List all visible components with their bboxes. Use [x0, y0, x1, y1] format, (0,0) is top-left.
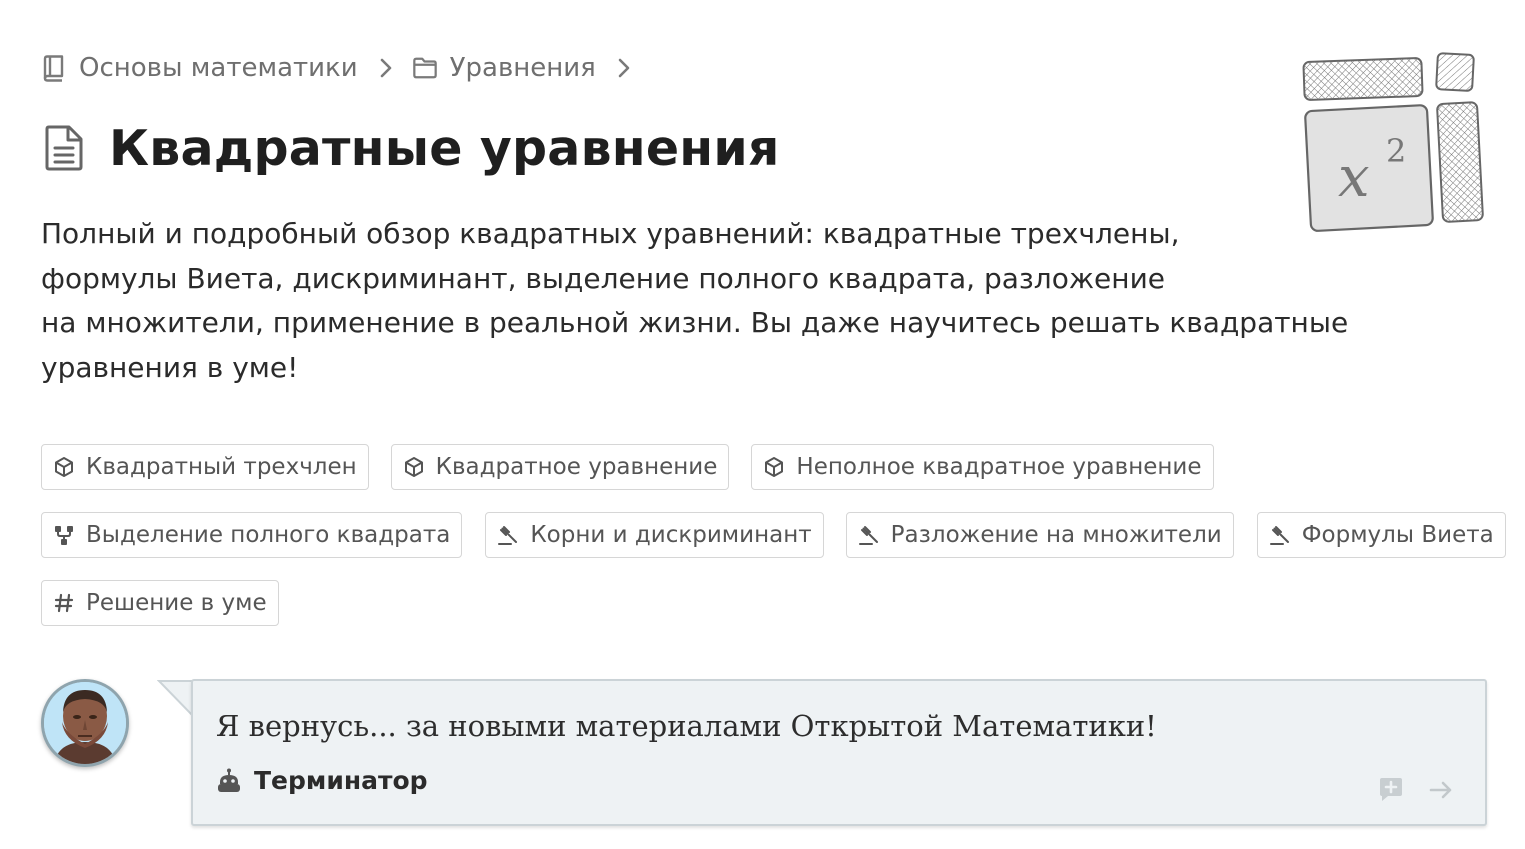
tag-mental-solving[interactable]: Решение в уме — [41, 580, 279, 626]
fork-icon — [53, 524, 75, 546]
tag-label: Квадратное уравнение — [435, 454, 718, 480]
hash-icon — [53, 592, 75, 614]
cube-icon — [403, 456, 425, 478]
tag-label: Выделение полного квадрата — [86, 522, 451, 548]
tag-row: Выделение полного квадрата Корни и дискр… — [41, 512, 1506, 558]
tag-label: Решение в уме — [86, 590, 267, 616]
tag-incomplete-quadratic-equation[interactable]: Неполное квадратное уравнение — [751, 444, 1214, 490]
tag-label: Разложение на множители — [890, 522, 1222, 548]
description-line: формулы Виета, дискриминант, выделение п… — [41, 261, 1166, 295]
book-icon — [41, 54, 67, 82]
tag-row: Квадратный трехчлен Квадратное уравнение… — [41, 444, 1461, 490]
chevron-right-icon — [614, 56, 634, 80]
tag-label: Формулы Виета — [1301, 522, 1494, 548]
description-line: Полный и подробный обзор квадратных урав… — [41, 217, 1180, 250]
document-icon — [41, 124, 85, 172]
author-name: Терминатор — [254, 766, 428, 795]
tag-vieta-formulas[interactable]: Формулы Виета — [1256, 512, 1506, 558]
robot-icon — [216, 768, 242, 794]
quote-author: Терминатор — [216, 766, 428, 795]
formula-exponent: 2 — [1386, 132, 1406, 170]
tag-completing-square[interactable]: Выделение полного квадрата — [41, 512, 463, 558]
add-comment-icon[interactable] — [1377, 776, 1405, 804]
tag-factorization[interactable]: Разложение на множители — [845, 512, 1234, 558]
cube-icon — [53, 456, 75, 478]
breadcrumb: Основы математики Уравнения — [41, 50, 650, 86]
tag-quadratic-trinomial[interactable]: Квадратный трехчлен — [41, 444, 369, 490]
gavel-icon — [1269, 524, 1291, 546]
topic-illustration: x 2 — [1296, 48, 1492, 238]
quote-card: Я вернусь... за новыми материалами Откры… — [191, 679, 1487, 826]
quote-actions — [1355, 776, 1455, 804]
description-line: уравнения в уме! — [41, 351, 299, 385]
gavel-icon — [497, 524, 519, 546]
tag-label: Корни и дискриминант — [530, 522, 812, 548]
quote-pointer — [157, 680, 195, 719]
cube-icon — [763, 456, 785, 478]
tag-label: Квадратный трехчлен — [86, 454, 357, 480]
topic-tags: Квадратный трехчлен Квадратное уравнение… — [41, 444, 1506, 626]
folder-icon — [412, 54, 438, 82]
avatar — [41, 679, 129, 767]
breadcrumb-label: Основы математики — [79, 53, 358, 83]
tag-roots-discriminant[interactable]: Корни и дискриминант — [485, 512, 824, 558]
arrow-right-icon[interactable] — [1427, 776, 1455, 804]
tag-quadratic-equation[interactable]: Квадратное уравнение — [390, 444, 730, 490]
chevron-right-icon — [376, 56, 396, 80]
description-line: на множители, применение в реальной жизн… — [41, 306, 1349, 340]
breadcrumb-label: Уравнения — [449, 53, 596, 83]
tag-label: Неполное квадратное уравнение — [796, 454, 1202, 480]
breadcrumb-item-basics[interactable]: Основы математики — [41, 53, 358, 83]
formula-base: x — [1338, 145, 1370, 210]
breadcrumb-item-equations[interactable]: Уравнения — [412, 53, 596, 83]
quote-text: Я вернусь... за новыми материалами Откры… — [216, 709, 1157, 743]
page-header: Квадратные уравнения — [41, 116, 780, 180]
page-title: Квадратные уравнения — [109, 119, 780, 177]
page-description: Полный и подробный обзор квадратных урав… — [41, 212, 1351, 391]
gavel-icon — [858, 524, 880, 546]
tag-row: Решение в уме — [41, 580, 1461, 626]
